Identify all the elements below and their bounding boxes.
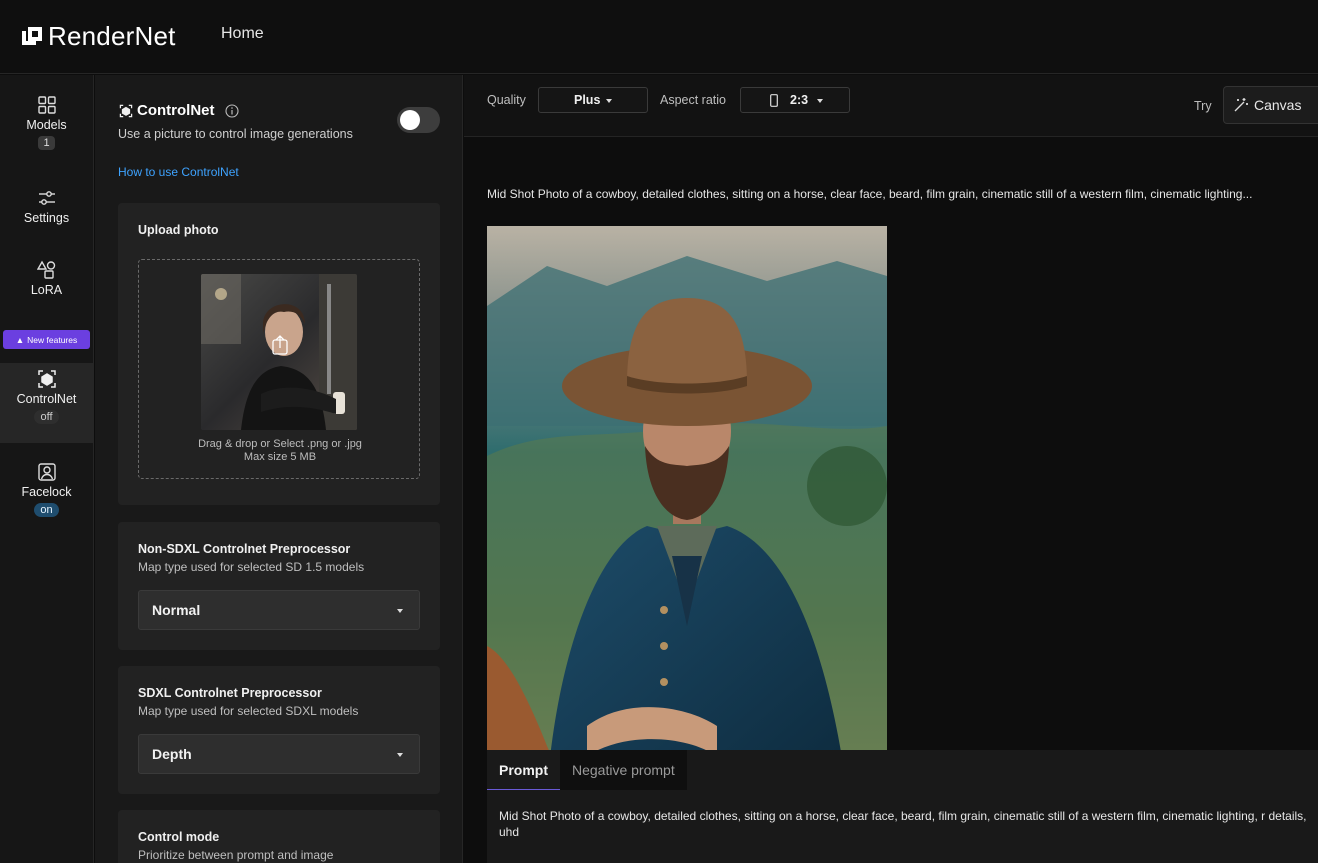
non-sdxl-preprocessor-select[interactable]: Normal <box>138 590 420 630</box>
control-mode-card: Control mode Prioritize between prompt a… <box>118 810 440 863</box>
tab-prompt[interactable]: Prompt <box>487 750 560 790</box>
upload-hint-2: Max size 5 MB <box>243 451 317 463</box>
rail-label-settings: Settings <box>23 211 70 225</box>
sliders-icon <box>38 191 55 205</box>
chevron-down-icon <box>606 99 612 103</box>
shapes-icon <box>36 260 55 279</box>
rail-item-models[interactable]: Models 1 <box>0 95 93 151</box>
models-count-badge: 1 <box>38 136 55 150</box>
grid-icon <box>37 96 56 114</box>
new-features-label: New features <box>27 334 78 345</box>
quality-select[interactable]: Plus <box>538 87 648 113</box>
control-mode-subtitle: Prioritize between prompt and image <box>138 848 334 862</box>
face-frame-icon <box>37 463 56 481</box>
non-sdxl-preprocessor-card: Non-SDXL Controlnet Preprocessor Map typ… <box>118 522 440 650</box>
rail-item-facelock[interactable]: Facelock on <box>0 462 93 518</box>
quality-value: Plus <box>574 93 601 107</box>
magic-wand-icon <box>1234 98 1248 112</box>
left-icon-rail: Models 1 Settings LoRA ▲ New features Co… <box>0 75 94 863</box>
controlnet-heading: ControlNet <box>119 102 239 119</box>
chevron-down-icon <box>817 99 823 103</box>
upload-photo-card: Upload photo Drag & drop or Select .png … <box>118 203 440 505</box>
generated-image[interactable] <box>487 226 887 790</box>
facelock-status-badge: on <box>34 503 59 517</box>
upload-dropzone[interactable]: Drag & drop or Select .png or .jpg Max s… <box>138 259 420 479</box>
controlnet-subtitle: Use a picture to control image generatio… <box>118 127 353 141</box>
quality-label: Quality <box>487 93 526 107</box>
controlnet-icon <box>37 370 56 388</box>
top-bar: RenderNet Home <box>0 0 1318 74</box>
upload-hint-1: Drag & drop or Select .png or .jpg <box>198 438 362 450</box>
prompt-preview: Mid Shot Photo of a cowboy, detailed clo… <box>487 187 1253 201</box>
non-sdxl-selected-value: Normal <box>152 602 201 618</box>
sdxl-title: SDXL Controlnet Preprocessor <box>138 686 322 700</box>
sdxl-subtitle: Map type used for selected SDXL models <box>138 704 359 718</box>
how-to-controlnet-link[interactable]: How to use ControlNet <box>118 165 239 179</box>
aspect-ratio-select[interactable]: 2:3 <box>740 87 850 113</box>
rail-item-lora[interactable]: LoRA <box>0 260 93 297</box>
upload-photo-title: Upload photo <box>138 223 219 237</box>
sdxl-selected-value: Depth <box>152 746 192 762</box>
control-mode-title: Control mode <box>138 830 220 844</box>
main-area: Quality Plus Aspect ratio 2:3 Try Canvas… <box>464 75 1318 863</box>
rail-label-facelock: Facelock <box>21 485 72 499</box>
canvas-label: Canvas <box>1254 97 1302 113</box>
tab-negative-prompt[interactable]: Negative prompt <box>560 750 687 790</box>
try-label: Try <box>1194 99 1212 113</box>
rail-item-controlnet[interactable]: ControlNet off <box>0 369 93 425</box>
controlnet-icon <box>119 104 133 117</box>
non-sdxl-title: Non-SDXL Controlnet Preprocessor <box>138 542 351 556</box>
controlnet-title: ControlNet <box>137 102 215 119</box>
sdxl-preprocessor-select[interactable]: Depth <box>138 734 420 774</box>
brand-name: RenderNet <box>48 21 176 51</box>
sdxl-preprocessor-card: SDXL Controlnet Preprocessor Map type us… <box>118 666 440 794</box>
nav-home-link[interactable]: Home <box>221 25 264 43</box>
controlnet-panel: ControlNet Use a picture to control imag… <box>95 75 463 863</box>
chevron-down-icon <box>397 753 403 757</box>
non-sdxl-subtitle: Map type used for selected SD 1.5 models <box>138 560 365 574</box>
prompt-tabs: Prompt Negative prompt <box>487 750 687 790</box>
rendernet-logo-icon <box>22 26 42 47</box>
prompt-panel: Prompt Negative prompt Mid Shot Photo of… <box>487 750 1318 863</box>
rail-label-models: Models <box>26 118 67 132</box>
chevron-down-icon <box>397 609 403 613</box>
controlnet-toggle[interactable] <box>397 107 440 133</box>
controlnet-status-badge: off <box>34 410 59 424</box>
rocket-icon: ▲ <box>15 334 25 345</box>
rail-item-settings[interactable]: Settings <box>0 188 93 225</box>
new-features-badge[interactable]: ▲ New features <box>3 330 90 349</box>
rail-label-lora: LoRA <box>30 283 63 297</box>
rail-label-controlnet: ControlNet <box>16 392 77 406</box>
generation-toolbar: Quality Plus Aspect ratio 2:3 Try Canvas <box>464 75 1318 137</box>
brand-logo[interactable]: RenderNet <box>22 21 176 52</box>
aspect-ratio-label: Aspect ratio <box>660 93 727 107</box>
prompt-full-text: Mid Shot Photo of a cowboy, detailed clo… <box>499 809 1307 839</box>
info-icon[interactable] <box>224 103 239 118</box>
uploaded-photo-thumbnail <box>201 274 357 430</box>
canvas-button[interactable]: Canvas <box>1223 86 1318 124</box>
portrait-ratio-icon <box>770 94 778 107</box>
toggle-knob <box>400 110 420 130</box>
aspect-ratio-value: 2:3 <box>790 93 809 107</box>
